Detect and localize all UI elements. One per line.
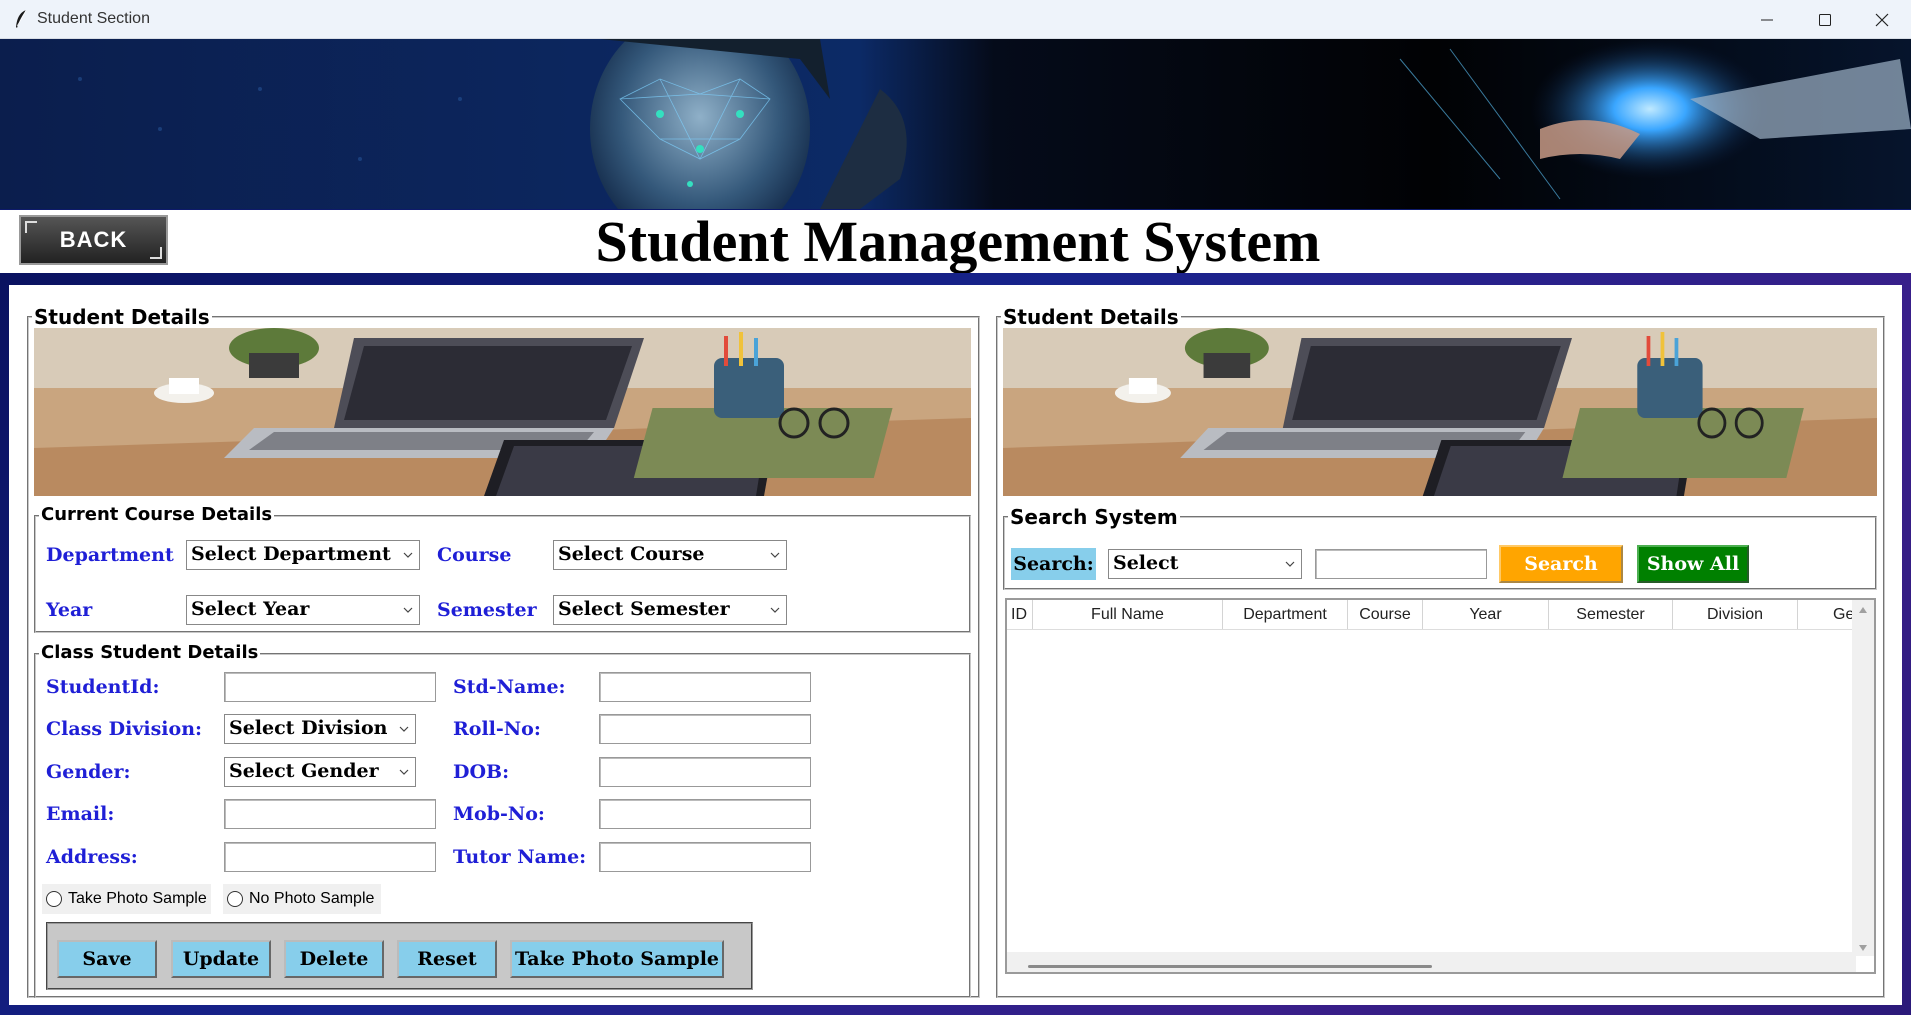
vertical-scrollbar[interactable] [1852, 600, 1874, 956]
column-header-division[interactable]: Division [1673, 600, 1798, 629]
address-label: Address: [46, 846, 138, 868]
show-all-button[interactable]: Show All [1637, 545, 1749, 583]
year-label: Year [46, 599, 93, 621]
reset-button[interactable]: Reset [397, 940, 497, 978]
semester-combobox[interactable]: Select Semester [553, 595, 787, 625]
column-header-year[interactable]: Year [1423, 600, 1549, 629]
page-title: Student Management System [595, 209, 1321, 274]
delete-button[interactable]: Delete [284, 940, 384, 978]
table-header: ID Full Name Department Course Year Seme… [1007, 600, 1854, 630]
gender-combobox-value: Select Gender [229, 760, 379, 782]
course-combobox-value: Select Course [558, 543, 705, 565]
student-table[interactable]: ID Full Name Department Course Year Seme… [1005, 598, 1876, 974]
chevron-down-icon [403, 552, 413, 558]
search-system-frame-title: Search System [1008, 505, 1180, 529]
gender-label: Gender: [46, 761, 131, 783]
chevron-down-icon [399, 769, 409, 775]
department-combobox[interactable]: Select Department [186, 540, 420, 570]
update-button[interactable]: Update [171, 940, 271, 978]
email-field[interactable] [224, 799, 436, 829]
roll-no-field[interactable] [599, 714, 811, 744]
column-header-department[interactable]: Department [1223, 600, 1348, 629]
department-combobox-value: Select Department [191, 543, 391, 565]
take-photo-sample-button[interactable]: Take Photo Sample [510, 940, 724, 978]
tutor-name-field[interactable] [599, 842, 811, 872]
right-frame-title: Student Details [1001, 305, 1181, 329]
student-name-label: Std-Name: [453, 676, 566, 698]
student-name-field[interactable] [599, 672, 811, 702]
year-combobox-value: Select Year [191, 598, 310, 620]
column-header-course[interactable]: Course [1348, 600, 1423, 629]
horizontal-scroll-thumb[interactable] [1028, 965, 1432, 968]
radio-circle-icon [46, 891, 62, 907]
radio-circle-icon [227, 891, 243, 907]
semester-label: Semester [437, 599, 537, 621]
save-button[interactable]: Save [57, 940, 157, 978]
address-field[interactable] [224, 842, 436, 872]
chevron-down-icon [770, 607, 780, 613]
roll-no-label: Roll-No: [453, 718, 541, 740]
column-header-semester[interactable]: Semester [1549, 600, 1673, 629]
column-header-id[interactable]: ID [1007, 600, 1033, 629]
search-input[interactable] [1315, 549, 1487, 579]
desk-laptop-photo [34, 328, 971, 496]
window-title-bar: Student Section [0, 0, 1911, 39]
class-division-combobox[interactable]: Select Division [224, 714, 416, 744]
scroll-up-arrow-icon[interactable] [1858, 606, 1868, 614]
course-label: Course [437, 544, 512, 566]
column-header-gender[interactable]: Gender [1798, 600, 1854, 629]
chevron-down-icon [399, 726, 409, 732]
semester-combobox-value: Select Semester [558, 598, 730, 620]
desk-laptop-photo [1003, 328, 1877, 496]
class-division-combobox-value: Select Division [229, 717, 388, 739]
search-label: Search: [1011, 548, 1096, 580]
left-frame-title: Student Details [32, 305, 212, 329]
department-label: Department [46, 544, 174, 566]
close-button[interactable] [1853, 0, 1911, 39]
email-label: Email: [46, 803, 115, 825]
minimize-icon [1761, 19, 1773, 20]
face-recognition-banner-image [0, 39, 1911, 209]
search-button[interactable]: Search [1499, 545, 1623, 583]
no-photo-sample-radio[interactable]: No Photo Sample [223, 884, 381, 914]
horizontal-scrollbar[interactable] [1007, 952, 1856, 972]
search-by-combobox[interactable]: Select [1108, 549, 1302, 579]
class-division-label: Class Division: [46, 718, 203, 740]
current-course-frame-title: Current Course Details [39, 504, 275, 525]
student-id-field[interactable] [224, 672, 436, 702]
no-photo-sample-radio-label: No Photo Sample [249, 890, 375, 907]
mobile-no-label: Mob-No: [453, 803, 545, 825]
take-photo-sample-radio[interactable]: Take Photo Sample [42, 884, 211, 914]
mobile-no-field[interactable] [599, 799, 811, 829]
minimize-button[interactable] [1738, 0, 1796, 39]
dob-field[interactable] [599, 757, 811, 787]
window-title: Student Section [37, 10, 150, 27]
student-id-label: StudentId: [46, 676, 160, 698]
scroll-down-arrow-icon[interactable] [1858, 944, 1868, 952]
tutor-name-label: Tutor Name: [453, 846, 587, 868]
maximize-icon [1819, 13, 1831, 26]
search-by-combobox-value: Select [1113, 552, 1179, 574]
chevron-down-icon [1285, 561, 1295, 567]
class-student-frame-title: Class Student Details [39, 642, 261, 663]
back-button[interactable]: BACK [19, 215, 168, 265]
feather-app-icon [16, 9, 27, 28]
maximize-button[interactable] [1796, 0, 1854, 39]
column-header-full-name[interactable]: Full Name [1033, 600, 1223, 629]
gender-combobox[interactable]: Select Gender [224, 757, 416, 787]
year-combobox[interactable]: Select Year [186, 595, 420, 625]
close-icon [1875, 13, 1889, 26]
chevron-down-icon [403, 607, 413, 613]
take-photo-sample-radio-label: Take Photo Sample [68, 890, 207, 907]
dob-label: DOB: [453, 761, 510, 783]
chevron-down-icon [770, 552, 780, 558]
button-frame: Save Update Delete Reset Take Photo Samp… [46, 922, 753, 990]
header-bar: Student Management System BACK [0, 210, 1911, 273]
course-combobox[interactable]: Select Course [553, 540, 787, 570]
